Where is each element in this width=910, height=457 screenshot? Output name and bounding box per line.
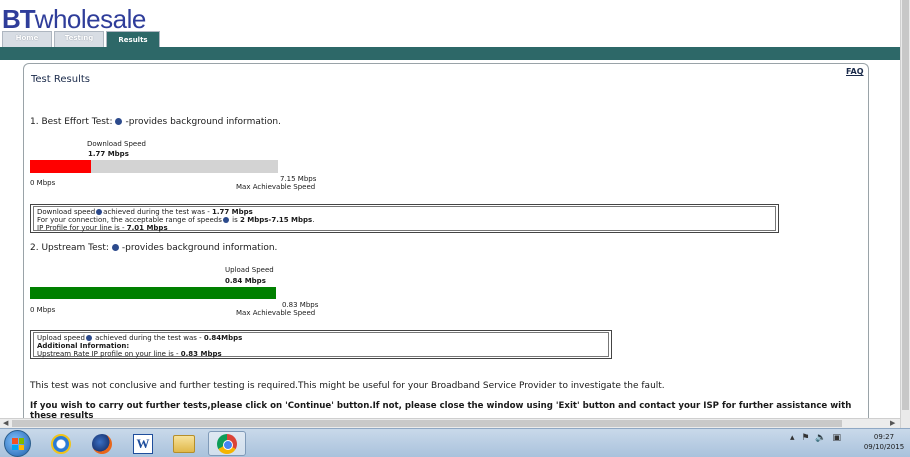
inconclusive-message: This test was not conclusive and further… <box>30 381 665 391</box>
download-info-line2-mid: is <box>229 216 240 224</box>
download-info-line3: IP Profile for your line is - 7.01 Mbps <box>37 224 772 232</box>
download-speed-caption: Download Speed <box>87 140 146 148</box>
system-tray: ▴ ⚑ 🔈 ▣ <box>790 433 841 443</box>
taskbar-chrome[interactable] <box>208 431 246 456</box>
download-speed-value: 1.77 Mbps <box>88 150 129 158</box>
download-min-label: 0 Mbps <box>30 179 56 187</box>
upload-info-inner: Upload speed achieved during the test wa… <box>33 332 609 358</box>
horizontal-scrollbar-thumb[interactable] <box>12 420 842 427</box>
download-speed-bar <box>30 160 278 173</box>
download-info-line2-value: 2 Mbps-7.15 Mbps <box>239 216 313 224</box>
upload-max-value: 0.83 Mbps <box>282 301 319 309</box>
upload-info-line3: Upstream Rate IP profile on your line is… <box>37 350 605 358</box>
show-hidden-icons-icon[interactable]: ▴ <box>790 433 795 443</box>
header-divider-bar <box>0 47 908 60</box>
download-info-box: Download speed achieved during the test w… <box>30 204 779 233</box>
download-info-line3-value: 7.01 Mbps <box>126 224 168 232</box>
upload-speed-caption: Upload Speed <box>225 266 274 274</box>
logo-wholesale-text: wholesale <box>34 4 147 34</box>
upstream-heading: 2. Upstream Test: -provides background in… <box>30 243 277 253</box>
upload-info-line1: Upload speed achieved during the test wa… <box>37 334 605 342</box>
upload-info-line2: Additional Information: <box>37 342 605 350</box>
help-info-icon[interactable] <box>222 216 229 223</box>
download-info-line1-mid: achieved during the test was - <box>103 208 212 216</box>
scroll-left-arrow-icon[interactable]: ◀ <box>3 419 8 427</box>
system-clock[interactable]: 09:27 09/10/2015 <box>860 432 908 452</box>
tab-results[interactable]: Results <box>106 31 160 47</box>
help-info-icon[interactable] <box>96 208 103 215</box>
download-max-label: Max Achievable Speed <box>236 183 316 191</box>
download-info-line2-end: . <box>312 216 315 224</box>
best-effort-heading-label: 1. Best Effort Test: <box>30 117 113 127</box>
start-button[interactable] <box>4 430 31 457</box>
instructions-message-cont: these results <box>30 411 94 418</box>
upload-max-label: Max Achievable Speed <box>236 309 316 317</box>
network-icon[interactable]: ▣ <box>832 433 841 443</box>
tab-home[interactable]: Home <box>2 31 52 47</box>
word-icon: W <box>133 433 153 454</box>
windows-logo-icon <box>12 438 24 450</box>
action-center-flag-icon[interactable]: ⚑ <box>801 433 809 443</box>
scroll-right-arrow-icon[interactable]: ▶ <box>890 419 895 427</box>
taskbar-file-explorer[interactable] <box>165 431 203 456</box>
logo-bt-text: BT <box>2 4 36 34</box>
best-effort-heading: 1. Best Effort Test: -provides background… <box>30 117 281 127</box>
windows-taskbar: W ▴ ⚑ 🔈 ▣ 09:27 09/10/2015 <box>0 428 910 457</box>
vertical-scrollbar-thumb[interactable] <box>902 0 909 410</box>
help-info-icon[interactable] <box>85 334 92 341</box>
faq-link[interactable]: FAQ <box>846 67 864 76</box>
download-speed-bar-fill <box>30 160 92 173</box>
download-info-line2: For your connection, the acceptable rang… <box>37 216 772 224</box>
upload-info-line3-value: 0.83 Mbps <box>180 350 222 358</box>
download-info-line1-value: 1.77 Mbps <box>211 208 253 216</box>
upload-speed-bar-fill <box>30 287 276 299</box>
download-info-line1: Download speed achieved during the test w… <box>37 208 772 216</box>
additional-info-label: Additional Information: <box>37 342 130 350</box>
page-title: Test Results <box>31 74 90 85</box>
taskbar-internet-explorer[interactable] <box>42 431 80 456</box>
upload-min-label: 0 Mbps <box>30 306 56 314</box>
upload-info-box: Upload speed achieved during the test wa… <box>30 330 612 359</box>
download-info-inner: Download speed achieved during the test w… <box>33 206 776 232</box>
instructions-message: If you wish to carry out further tests,p… <box>30 401 852 411</box>
taskbar-word[interactable]: W <box>124 431 162 456</box>
volume-icon[interactable]: 🔈 <box>815 433 826 443</box>
help-info-icon[interactable] <box>115 117 123 125</box>
download-info-line3-prefix: IP Profile for your line is - <box>37 224 127 232</box>
upload-info-line3-prefix: Upstream Rate IP profile on your line is… <box>37 350 181 358</box>
download-max-value: 7.15 Mbps <box>280 175 317 183</box>
download-info-line2-prefix: For your connection, the acceptable rang… <box>37 216 222 224</box>
clock-time: 09:27 <box>873 433 895 441</box>
download-info-line1-prefix: Download speed <box>37 208 96 216</box>
upload-info-line1-prefix: Upload speed <box>37 334 85 342</box>
upstream-heading-suffix: -provides background information. <box>121 243 278 253</box>
horizontal-scrollbar[interactable]: ◀ ▶ <box>0 418 900 428</box>
help-info-icon[interactable] <box>111 243 119 251</box>
upload-speed-bar <box>30 287 276 299</box>
clock-date: 09/10/2015 <box>863 443 905 451</box>
internet-explorer-icon <box>51 433 71 454</box>
upstream-heading-label: 2. Upstream Test: <box>30 243 109 253</box>
vertical-scrollbar[interactable] <box>900 0 910 430</box>
firefox-icon <box>92 433 112 454</box>
upload-speed-value: 0.84 Mbps <box>225 277 266 285</box>
upload-info-line1-mid: achieved during the test was - <box>92 334 204 342</box>
chrome-icon <box>217 433 237 454</box>
taskbar-firefox[interactable] <box>83 431 121 456</box>
folder-icon <box>173 434 195 453</box>
best-effort-heading-suffix: -provides background information. <box>125 117 281 127</box>
main-tabs: Home Testing Results <box>2 31 162 47</box>
tab-testing[interactable]: Testing <box>54 31 104 47</box>
upload-info-line1-value: 0.84Mbps <box>203 334 243 342</box>
